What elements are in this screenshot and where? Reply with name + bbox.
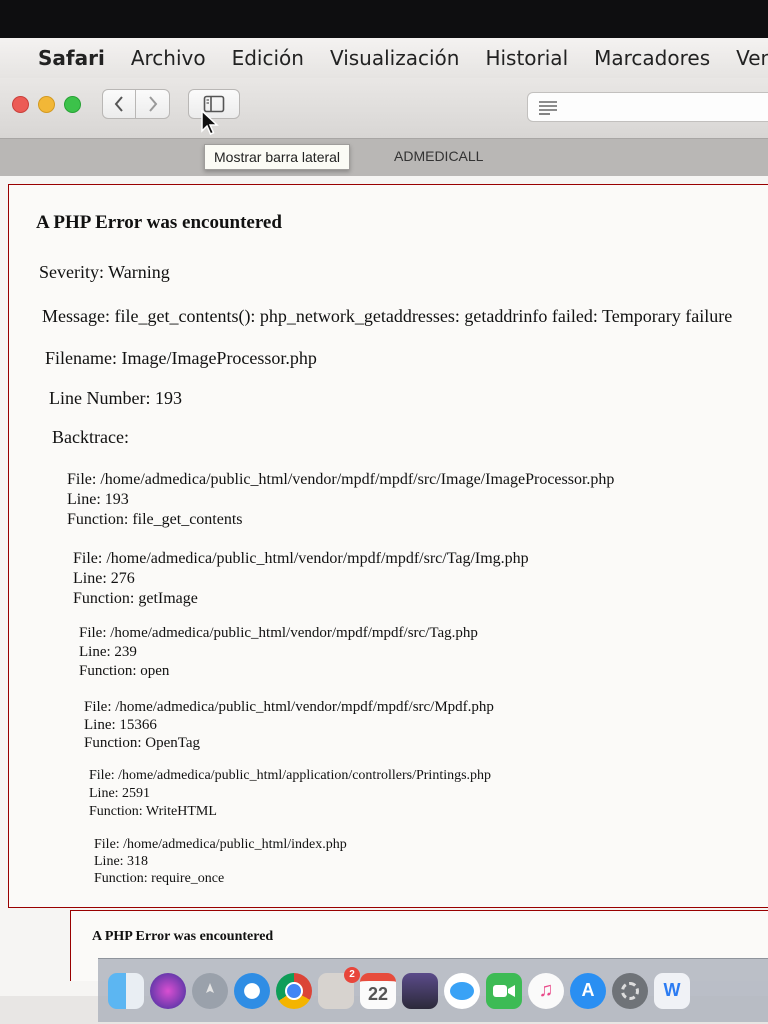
photos-icon[interactable]: 2 bbox=[318, 966, 360, 1009]
chrome-icon[interactable] bbox=[276, 972, 312, 1009]
error-backtrace-label: Backtrace: bbox=[52, 427, 129, 447]
backtrace-line: Line: 15366 bbox=[84, 717, 157, 733]
backtrace-line: Line: 318 bbox=[94, 854, 149, 869]
dock: 2 22 ♫ A W bbox=[98, 958, 768, 1022]
error-heading: A PHP Error was encountered bbox=[36, 212, 282, 233]
backtrace-file: File: /home/admedica/public_html/vendor/… bbox=[67, 471, 615, 488]
backtrace-function: Function: getImage bbox=[73, 590, 198, 607]
music-icon[interactable]: ♫ bbox=[528, 972, 564, 1009]
backtrace-function: Function: WriteHTML bbox=[89, 804, 217, 819]
backtrace-function: Function: OpenTag bbox=[84, 735, 201, 751]
menu-visualizacion[interactable]: Visualización bbox=[330, 46, 459, 70]
imovie-icon[interactable] bbox=[402, 972, 438, 1009]
menu-bar: Safari Archivo Edición Visualización His… bbox=[0, 38, 768, 79]
menu-ventana[interactable]: Vent bbox=[736, 46, 768, 70]
backtrace-entry: File: /home/admedica/public_html/vendor/… bbox=[84, 698, 494, 752]
backtrace-entry: File: /home/admedica/public_html/applica… bbox=[89, 767, 491, 821]
tab-bar bbox=[0, 138, 768, 177]
backtrace-file: File: /home/admedica/public_html/applica… bbox=[89, 768, 492, 783]
backtrace-entry: File: /home/admedica/public_html/vendor/… bbox=[73, 549, 529, 609]
menu-app-safari[interactable]: Safari bbox=[38, 46, 105, 70]
mouse-pointer-icon bbox=[201, 110, 219, 135]
backtrace-file: File: /home/admedica/public_html/vendor/… bbox=[73, 550, 529, 567]
error-line-number: Line Number: 193 bbox=[49, 388, 182, 408]
chevron-left-icon bbox=[114, 96, 123, 112]
backtrace-line: Line: 276 bbox=[73, 570, 135, 587]
error-severity: Severity: Warning bbox=[39, 262, 170, 282]
address-bar[interactable] bbox=[527, 92, 768, 122]
messages-icon[interactable] bbox=[444, 972, 480, 1009]
forward-button[interactable] bbox=[136, 89, 170, 119]
backtrace-line: Line: 2591 bbox=[89, 786, 151, 801]
backtrace-function: Function: open bbox=[79, 663, 170, 679]
backtrace-function: Function: file_get_contents bbox=[67, 511, 243, 528]
menu-marcadores[interactable]: Marcadores bbox=[594, 46, 710, 70]
reader-icon[interactable] bbox=[538, 99, 558, 115]
tab-admedicall[interactable]: ADMEDICALL bbox=[394, 148, 483, 164]
facetime-icon[interactable] bbox=[486, 972, 522, 1009]
siri-icon[interactable] bbox=[150, 972, 186, 1009]
error-heading: A PHP Error was encountered bbox=[92, 929, 274, 944]
finder-icon[interactable] bbox=[108, 972, 144, 1009]
minimize-window-button[interactable] bbox=[38, 96, 55, 113]
backtrace-entry: File: /home/admedica/public_html/vendor/… bbox=[67, 470, 614, 530]
menu-archivo[interactable]: Archivo bbox=[131, 46, 206, 70]
notification-badge: 2 bbox=[344, 966, 360, 983]
backtrace-entry: File: /home/admedica/public_html/index.p… bbox=[94, 836, 347, 887]
backtrace-line: Line: 193 bbox=[67, 491, 129, 508]
preferences-icon[interactable] bbox=[612, 972, 648, 1009]
back-button[interactable] bbox=[102, 89, 136, 119]
tooltip: Mostrar barra lateral bbox=[204, 144, 351, 170]
launchpad-icon[interactable] bbox=[192, 972, 228, 1009]
menu-historial[interactable]: Historial bbox=[485, 46, 568, 70]
pages-icon[interactable]: W bbox=[654, 972, 690, 1009]
appstore-icon[interactable]: A bbox=[570, 972, 606, 1009]
zoom-window-button[interactable] bbox=[64, 96, 81, 113]
backtrace-line: Line: 239 bbox=[79, 644, 137, 660]
backtrace-file: File: /home/admedica/public_html/index.p… bbox=[94, 837, 347, 852]
chevron-right-icon bbox=[148, 96, 157, 112]
backtrace-function: Function: require_once bbox=[94, 871, 225, 886]
backtrace-file: File: /home/admedica/public_html/vendor/… bbox=[79, 625, 478, 641]
close-window-button[interactable] bbox=[12, 96, 29, 113]
safari-icon[interactable] bbox=[234, 972, 270, 1009]
calendar-icon[interactable]: 22 bbox=[360, 972, 396, 1009]
backtrace-entry: File: /home/admedica/public_html/vendor/… bbox=[79, 624, 478, 681]
error-message: Message: file_get_contents(): php_networ… bbox=[42, 306, 733, 326]
backtrace-file: File: /home/admedica/public_html/vendor/… bbox=[84, 699, 494, 715]
error-filename: Filename: Image/ImageProcessor.php bbox=[45, 348, 317, 368]
menu-edicion[interactable]: Edición bbox=[232, 46, 304, 70]
